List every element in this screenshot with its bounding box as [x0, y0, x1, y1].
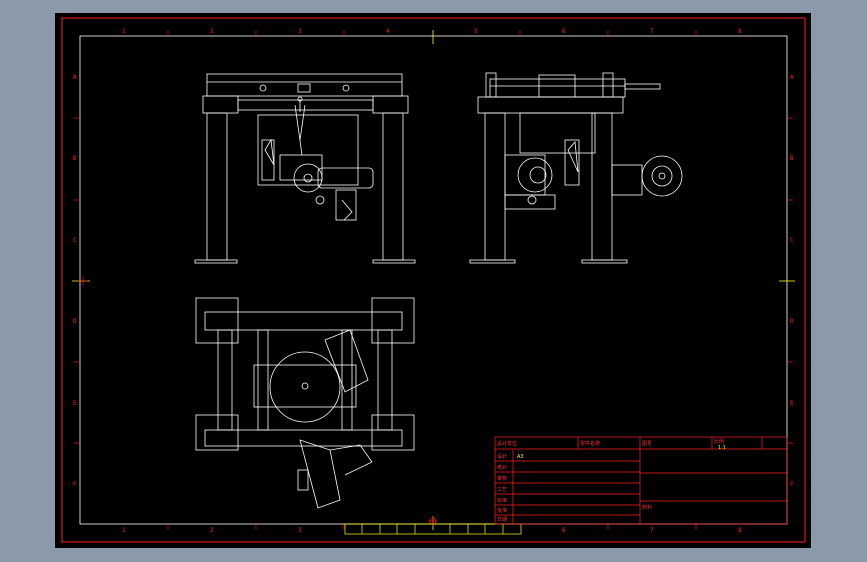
- zone-row: F: [790, 481, 794, 488]
- zone-col: 4: [386, 28, 390, 35]
- zone-col: 8: [738, 527, 742, 534]
- title-part-name: 零件名称: [580, 440, 600, 447]
- zone-row: A: [73, 74, 77, 81]
- zone-row: A: [790, 74, 794, 81]
- zone-col: 6: [562, 527, 566, 534]
- zone-col: 3: [298, 527, 302, 534]
- zone-col: 6: [562, 28, 566, 35]
- zone-col: 5: [474, 28, 478, 35]
- title-scale-value: 1:1: [718, 445, 726, 451]
- zone-col: 1: [122, 527, 126, 534]
- zone-col: 7: [650, 527, 654, 534]
- zone-col: 7: [650, 28, 654, 35]
- zone-row: B: [73, 155, 77, 162]
- zone-row: C: [790, 237, 794, 244]
- title-row: 批准: [497, 507, 507, 514]
- title-row: 标准: [497, 497, 507, 504]
- cad-viewport[interactable]: 1 2 3 4 5 6 7 8 1 2 3 6 7 8 A B C D E F …: [0, 0, 867, 562]
- zone-col: 1: [122, 28, 126, 35]
- zone-col: 8: [738, 28, 742, 35]
- title-paper-size: A3: [517, 454, 524, 460]
- zone-row: F: [73, 481, 77, 488]
- title-row: 审核: [497, 475, 507, 482]
- zone-row: E: [73, 400, 77, 407]
- title-scale-label: 比例: [714, 438, 724, 445]
- cad-drawing: 1 2 3 4 5 6 7 8 1 2 3 6 7 8 A B C D E F …: [55, 13, 811, 548]
- title-row: 校对: [497, 464, 507, 471]
- title-row: 工艺: [497, 487, 507, 493]
- zone-col: 3: [298, 28, 302, 35]
- title-drawing-number: 图号: [642, 441, 652, 447]
- zone-col: 2: [210, 527, 214, 534]
- zone-row: B: [790, 155, 794, 162]
- title-row: 设计: [497, 453, 507, 460]
- zone-row: E: [790, 400, 794, 407]
- title-row: 日期: [497, 517, 507, 523]
- zone-col: 2: [210, 28, 214, 35]
- zone-row: C: [73, 237, 77, 244]
- zone-row: D: [73, 318, 77, 325]
- title-material: 材料: [642, 504, 652, 511]
- title-design-unit: 设计单位: [497, 440, 517, 447]
- zone-row: D: [790, 318, 794, 325]
- drawing-sheet: [55, 13, 811, 548]
